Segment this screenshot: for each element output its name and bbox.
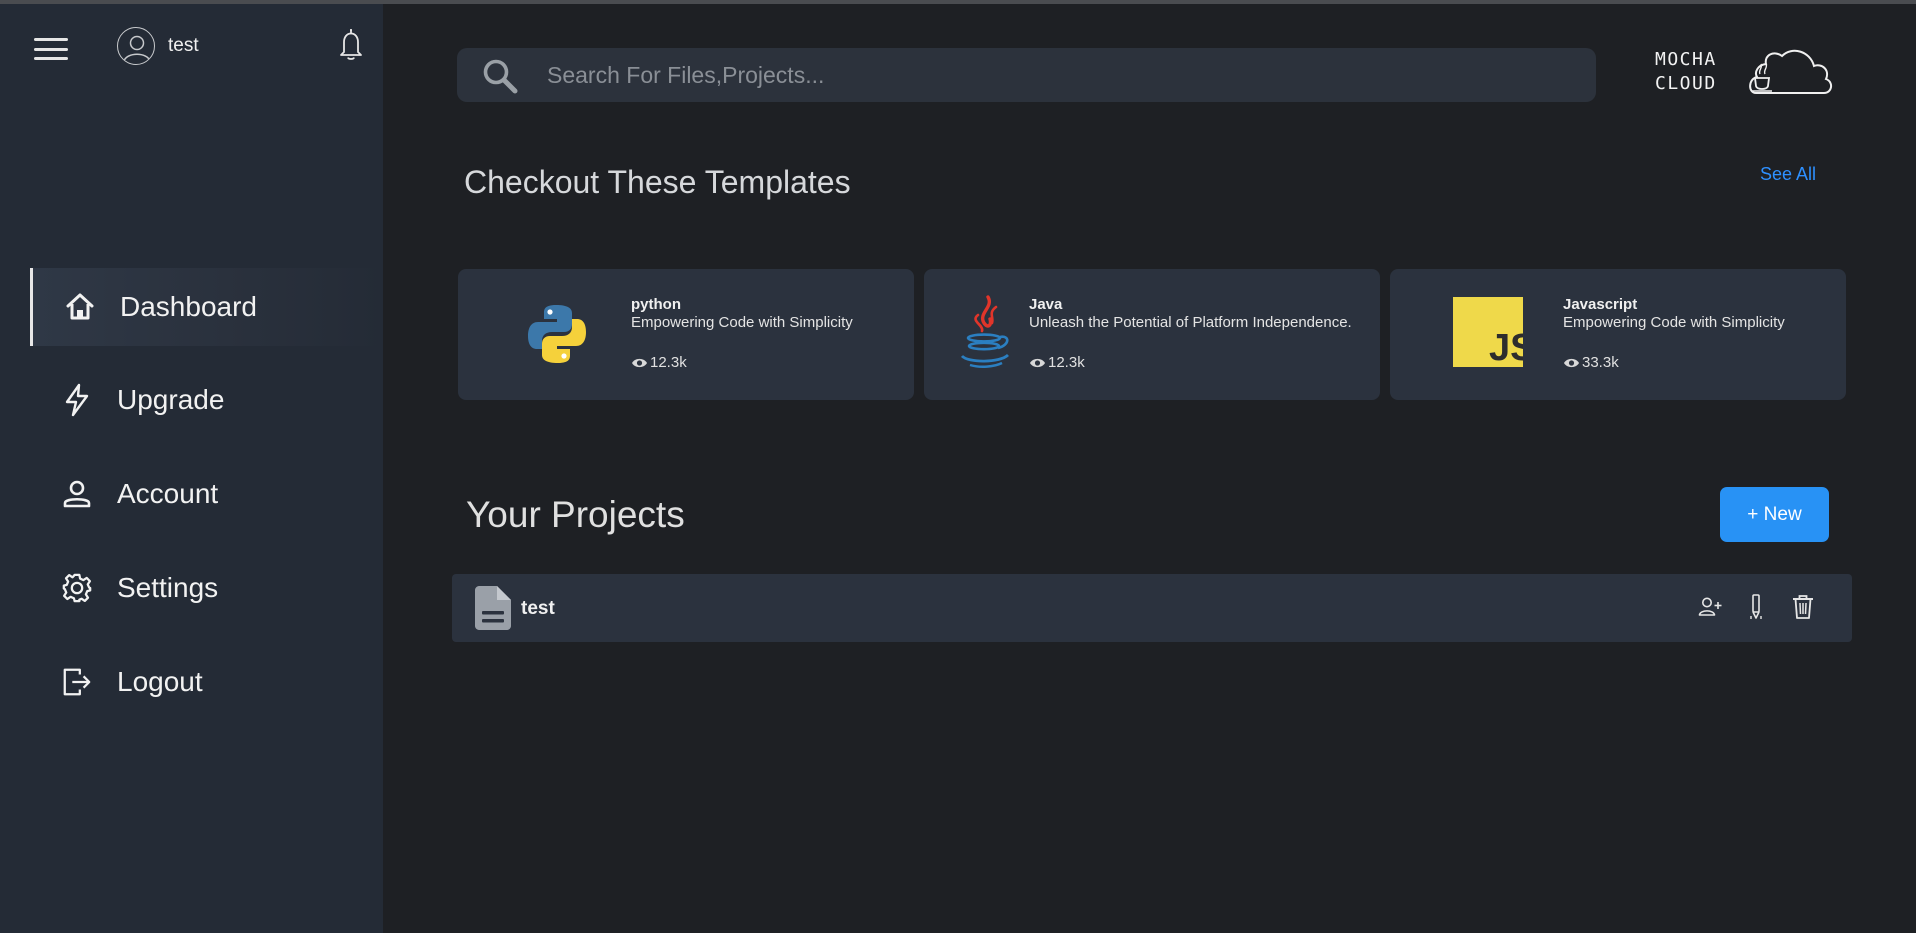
search-icon[interactable] <box>481 57 519 95</box>
template-card-javascript[interactable]: JS Javascript Empowering Code with Simpl… <box>1390 269 1846 400</box>
views-count: 12.3k <box>1048 354 1085 371</box>
sidebar-item-label: Logout <box>117 666 203 697</box>
username: test <box>168 35 199 56</box>
logout-icon <box>61 666 93 698</box>
sidebar-item-settings[interactable]: Settings <box>30 548 383 628</box>
edit-pen-icon[interactable] <box>1741 592 1771 622</box>
cloud-cup-icon <box>1749 49 1832 94</box>
sidebar-item-label: Settings <box>117 572 219 603</box>
svg-text:JS: JS <box>1489 327 1523 367</box>
home-icon <box>64 291 96 323</box>
template-description: Empowering Code with Simplicity <box>631 314 853 331</box>
sidebar-item-dashboard[interactable]: Dashboard <box>30 268 383 346</box>
template-card-python[interactable]: python Empowering Code with Simplicity 1… <box>458 269 914 400</box>
document-icon <box>475 586 511 630</box>
template-name: Java <box>1029 296 1063 313</box>
sidebar-item-logout[interactable]: Logout <box>30 642 383 722</box>
avatar <box>117 27 155 65</box>
user-icon <box>61 478 93 510</box>
bell-icon[interactable] <box>336 28 366 62</box>
new-project-button[interactable]: + New <box>1720 487 1829 542</box>
logo-line-2: CLOUD <box>1655 73 1717 94</box>
python-logo-icon <box>528 305 586 363</box>
views-count: 33.3k <box>1582 354 1619 371</box>
sidebar-nav: Dashboard Upgrade Account Settings Logou… <box>30 268 383 736</box>
sidebar-item-label: Upgrade <box>117 384 225 415</box>
eye-icon <box>1564 358 1579 367</box>
search-input[interactable] <box>547 48 1577 102</box>
template-description: Unleash the Potential of Platform Indepe… <box>1029 314 1352 331</box>
gear-icon <box>61 572 93 604</box>
lightning-icon <box>61 383 93 417</box>
template-views: 33.3k <box>1563 354 1619 371</box>
sidebar-item-account[interactable]: Account <box>30 454 383 534</box>
project-name: test <box>521 598 555 619</box>
eye-icon <box>632 358 647 367</box>
search-bar <box>457 48 1596 102</box>
project-row[interactable]: test <box>452 574 1852 642</box>
template-description: Empowering Code with Simplicity <box>1563 314 1785 331</box>
views-count: 12.3k <box>650 354 687 371</box>
trash-icon[interactable] <box>1788 592 1818 622</box>
template-views: 12.3k <box>1029 354 1085 371</box>
template-name: python <box>631 296 681 313</box>
template-name: Javascript <box>1563 296 1638 313</box>
javascript-logo-icon: JS <box>1453 297 1523 367</box>
logo-line-1: MOCHA <box>1655 49 1717 70</box>
projects-title: Your Projects <box>466 494 685 535</box>
menu-toggle-icon[interactable] <box>34 38 68 62</box>
logo-text: MOCHA CLOUD <box>1655 48 1717 96</box>
share-user-icon[interactable] <box>1695 592 1725 622</box>
user-profile[interactable]: test <box>117 27 199 65</box>
see-all-link[interactable]: See All <box>1760 164 1816 185</box>
sidebar: test Dashboard Upgrade Account Settings … <box>0 4 383 933</box>
sidebar-item-label: Account <box>117 478 219 509</box>
mocha-cloud-logo[interactable]: MOCHA CLOUD <box>1650 40 1836 100</box>
template-views: 12.3k <box>631 354 687 371</box>
template-card-java[interactable]: Java Unleash the Potential of Platform I… <box>924 269 1380 400</box>
java-logo-icon <box>960 295 1009 368</box>
sidebar-item-label: Dashboard <box>120 291 257 322</box>
templates-title: Checkout These Templates <box>464 164 851 200</box>
sidebar-item-upgrade[interactable]: Upgrade <box>30 360 383 440</box>
eye-icon <box>1030 358 1045 367</box>
